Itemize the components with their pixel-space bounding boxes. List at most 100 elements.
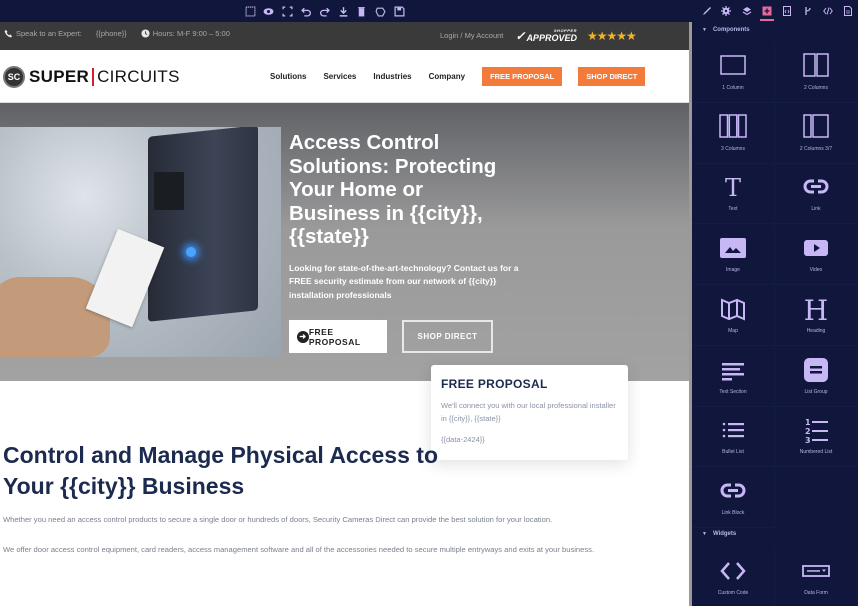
components-header-label: Components (712, 27, 750, 33)
login-link[interactable]: Login / My Account (440, 31, 503, 40)
block-data-form[interactable]: Data Form (775, 548, 858, 606)
tab-code[interactable] (818, 3, 838, 19)
page-builder-app: Speak to an Expert: {{phone}} Hours: M-F… (0, 0, 858, 606)
block-list-group[interactable]: List Group (775, 346, 858, 407)
select-box-button[interactable] (241, 3, 260, 19)
block-text-section[interactable]: Text Section (692, 346, 775, 407)
block-label: Custom Code (717, 590, 749, 596)
text-section-icon (719, 355, 747, 385)
hours-text: Hours: M-F 9:00 – 5:00 (152, 29, 230, 38)
block-label: Bullet List (722, 449, 744, 456)
eye-icon (263, 7, 274, 15)
device-screen (154, 172, 184, 210)
caret-down-icon: ▼ (702, 531, 707, 537)
one-column-icon (719, 51, 747, 81)
two-columns-37-icon (802, 112, 830, 142)
caret-down-icon: ▼ (702, 27, 707, 33)
block-label: Heading (806, 327, 826, 334)
block-link[interactable]: Link (775, 164, 858, 225)
tab-document[interactable] (838, 3, 858, 19)
export-button[interactable] (334, 3, 353, 19)
tab-blocks[interactable] (757, 3, 777, 21)
block-map[interactable]: Map (692, 285, 775, 346)
list-group-icon (802, 355, 830, 385)
block-label: List Group (804, 388, 828, 395)
fullscreen-button[interactable] (278, 3, 297, 19)
block-label: Text Section (719, 388, 747, 395)
block-link-block[interactable]: Link Block (692, 467, 775, 528)
tab-settings[interactable] (716, 3, 736, 19)
svg-text:T: T (725, 174, 741, 201)
block-label: 3 Columns (721, 145, 745, 152)
undo-button[interactable] (297, 3, 316, 19)
nav-company[interactable]: Company (429, 72, 465, 81)
phone-value[interactable]: {{phone}} (96, 29, 127, 38)
proposal-text: We'll connect you with our local profess… (441, 401, 616, 423)
tab-layers[interactable] (737, 3, 757, 19)
svg-text:H: H (804, 295, 828, 323)
shopper-approved-badge[interactable]: ✓ SHOPPER APPROVED (515, 28, 577, 43)
super-circuits-logo[interactable]: SC SUPER CIRCUITS (3, 66, 180, 88)
block-label: Map (728, 327, 738, 334)
brush-icon (703, 7, 712, 15)
preview-button[interactable] (260, 3, 279, 19)
svg-text:2: 2 (805, 427, 811, 436)
hero-buttons: ➜ FREE PROPOSAL SHOP DIRECT (289, 320, 493, 353)
hero-free-proposal-button[interactable]: ➜ FREE PROPOSAL (289, 320, 387, 353)
redo-button[interactable] (315, 3, 334, 19)
hero-text: Access Control Solutions: Protecting You… (289, 131, 519, 302)
clock-icon (141, 29, 150, 38)
access-reader-device (148, 127, 258, 322)
save-button[interactable] (390, 3, 409, 19)
block-label: 2 Columns 3/7 (799, 145, 833, 152)
hero-title: Access Control Solutions: Protecting You… (289, 131, 497, 248)
nav-solutions[interactable]: Solutions (270, 72, 306, 81)
editor-canvas[interactable]: Speak to an Expert: {{phone}} Hours: M-F… (0, 22, 692, 606)
clear-button[interactable] (353, 3, 372, 19)
tab-style-manager[interactable] (696, 3, 716, 19)
shape-button[interactable] (371, 3, 390, 19)
block-video[interactable]: Video (775, 225, 858, 286)
link-block-icon (719, 476, 747, 506)
nav-industries[interactable]: Industries (373, 72, 411, 81)
shopper-approved-icon: ✓ (515, 28, 526, 43)
nav-free-proposal-button[interactable]: FREE PROPOSAL (482, 67, 563, 86)
link-icon (802, 172, 830, 202)
select-box-icon (245, 6, 256, 16)
block-image[interactable]: Image (692, 225, 775, 286)
layers-icon (742, 7, 752, 16)
nav-shop-direct-button[interactable]: SHOP DIRECT (578, 67, 646, 86)
redo-icon (320, 7, 331, 17)
block-2-columns[interactable]: 2 Columns (775, 43, 858, 103)
undo-icon (300, 7, 311, 17)
block-label: Link (811, 206, 821, 213)
data-form-icon (802, 556, 830, 586)
components-header[interactable]: ▼ Components (702, 27, 750, 33)
section-paragraph-2: We offer door access control equipment, … (3, 545, 595, 554)
block-custom-code[interactable]: Custom Code (692, 548, 775, 606)
block-bullet-list[interactable]: Bullet List (692, 407, 775, 468)
branch-icon (804, 7, 811, 15)
tab-version[interactable] (797, 3, 817, 19)
tab-pages[interactable] (777, 3, 797, 19)
bullet-list-icon (719, 415, 747, 445)
block-3-columns[interactable]: 3 Columns (692, 103, 775, 164)
block-2-columns-3-7[interactable]: 2 Columns 3/7 (775, 103, 858, 164)
two-columns-icon (802, 51, 830, 81)
block-heading[interactable]: H Heading (775, 285, 858, 346)
gear-icon (721, 6, 732, 16)
three-columns-icon (719, 112, 747, 142)
custom-code-icon (719, 556, 747, 586)
logo-badge: SC (3, 66, 25, 88)
block-numbered-list[interactable]: 1 2 3 Numbered List (775, 407, 858, 468)
blocks-panel: ▼ Components 1 Column 2 Columns 3 Columns 2… (692, 0, 858, 606)
block-1-column[interactable]: 1 Column (692, 43, 775, 103)
hero-shop-direct-button[interactable]: SHOP DIRECT (402, 320, 493, 353)
device-led (186, 247, 196, 257)
block-text[interactable]: T Text (692, 164, 775, 225)
download-icon (339, 6, 348, 17)
widgets-header[interactable]: ▼ Widgets (702, 531, 736, 537)
fullscreen-icon (282, 5, 293, 17)
nav-services[interactable]: Services (323, 72, 356, 81)
map-icon (719, 294, 747, 324)
